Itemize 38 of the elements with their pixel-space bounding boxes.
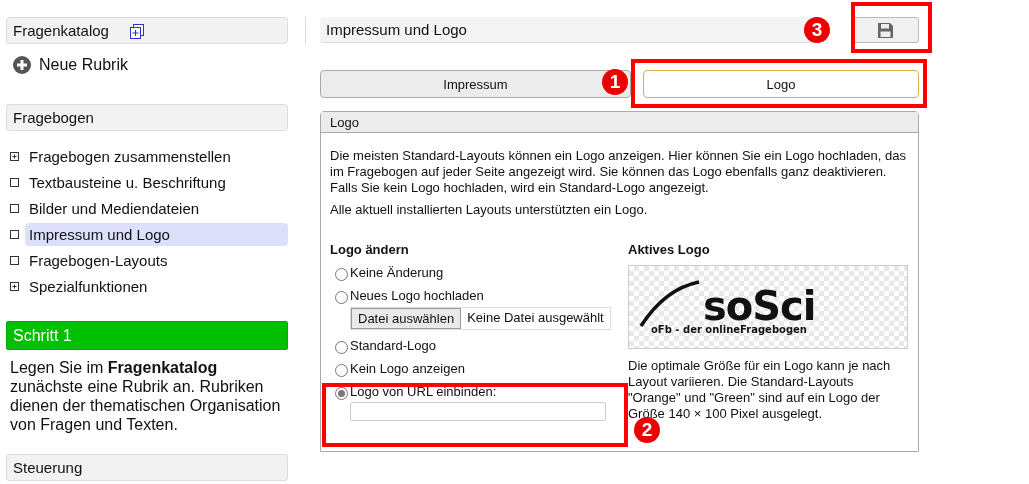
panel-title: Logo (330, 114, 359, 130)
sidebar-item[interactable]: Bilder und Mediendateien (25, 196, 288, 220)
sidebar-item[interactable]: Textbausteine u. Beschriftung (25, 170, 288, 194)
step-number: 3 (804, 17, 830, 43)
radio-option[interactable]: Logo von URL einbinden: (335, 384, 497, 399)
radio-button[interactable] (335, 364, 348, 377)
file-status: Keine Datei ausgewählt (466, 309, 605, 327)
radio-button[interactable] (335, 341, 348, 354)
radio-option[interactable]: Neues Logo hochladen (335, 288, 484, 303)
paragraph: Alle aktuell installierten Layouts unterstützten ein Logo. (330, 202, 649, 218)
url-input-field[interactable] (350, 402, 606, 421)
sidebar-item[interactable]: Spezialfunktionen (25, 274, 288, 298)
section-title: Steuerung (13, 459, 83, 476)
section-title: Fragenkatalog (13, 22, 109, 39)
step-number: 2 (634, 417, 660, 443)
step-title: Schritt 1 (13, 326, 72, 345)
sidebar-item[interactable]: Fragebogen-Layouts (25, 248, 288, 272)
file-chooser[interactable]: Datei auswählen Keine Datei ausgewählt (350, 307, 611, 330)
tab[interactable]: Logo (643, 70, 919, 98)
radio-button[interactable] (335, 268, 348, 281)
radio-button[interactable] (335, 291, 348, 304)
step-description: Legen Sie im Fragenkatalog zunächste eine Rubrik an. Rubriken dienen der thematischen Organisation von Fragen und Texten. (10, 358, 282, 434)
radio-button[interactable] (335, 387, 348, 400)
new-rubric-link[interactable]: Neue Rubrik (13, 56, 128, 74)
plus-circle-icon (13, 56, 31, 74)
sidebar-item[interactable]: Fragebogen zusammenstellen (25, 144, 288, 168)
paragraph: Die meisten Standard-Layouts können ein Logo anzeigen. Hier können Sie ein Logo hochladen, das im Fragebogen auf jeder Seite angezeigt wird. Sie können das Logo ebenfalls ganz deaktivieren. Falls Sie kein Logo hochladen, wird ein Standard-Logo angezeigt. (330, 148, 907, 196)
column-heading: Logo ändern (330, 242, 410, 257)
choose-file-button[interactable]: Datei auswählen (351, 308, 462, 329)
save-icon (877, 22, 893, 38)
radio-option[interactable]: Standard-Logo (335, 338, 436, 353)
page-title: Impressum und Logo (326, 21, 467, 38)
sidebar-item[interactable]: Impressum und Logo (25, 222, 288, 246)
radio-option[interactable]: Kein Logo anzeigen (335, 361, 465, 376)
section-title: Fragebogen (13, 109, 94, 126)
column-heading: Aktives Logo (628, 242, 711, 257)
radio-option[interactable]: Keine Änderung (335, 265, 444, 280)
add-page-icon[interactable] (128, 22, 145, 39)
